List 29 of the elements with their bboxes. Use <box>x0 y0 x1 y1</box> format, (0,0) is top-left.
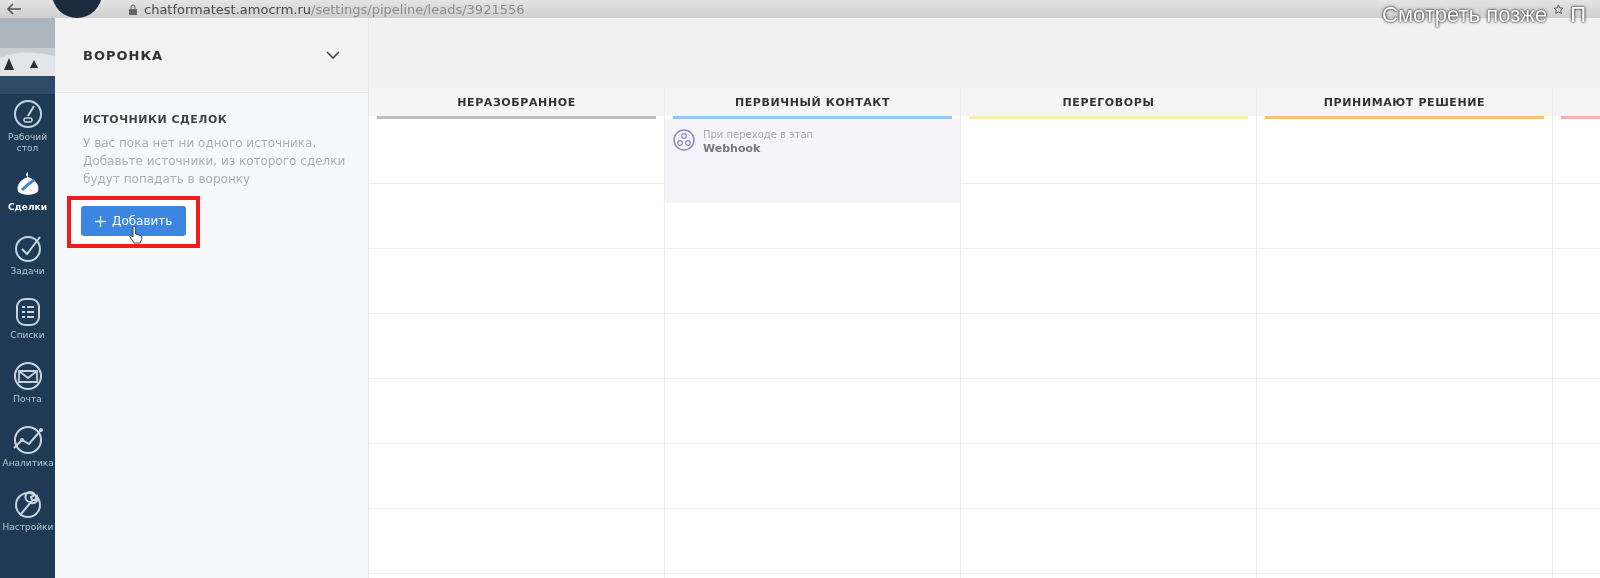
add-button[interactable]: Добавить <box>81 206 187 236</box>
empty-message: У вас пока нет ни одного источника. Добавьте источники, из которого сделки будут попадать в воронку <box>83 135 347 188</box>
share-label[interactable]: П <box>1570 6 1586 24</box>
nav-item[interactable]: Сделки <box>0 158 55 222</box>
nav-item[interactable]: Аналитика <box>0 414 55 478</box>
back-arrow-icon[interactable] <box>6 3 22 15</box>
pipeline-title: ВОРОНКА <box>83 47 164 63</box>
stage-title: ПЕРВИЧНЫЙ КОНТАКТ <box>665 88 960 116</box>
trigger-name: Webhook <box>703 142 762 155</box>
trigger-card[interactable]: При переходе в этап Webhook <box>665 119 960 203</box>
nav-item[interactable]: Списки <box>0 286 55 350</box>
speedometer-icon <box>11 98 44 130</box>
section-title: ИСТОЧНИКИ СДЕЛОК <box>83 113 229 126</box>
nav-item[interactable]: Почта <box>0 350 55 414</box>
chevron-down-icon[interactable] <box>326 51 340 59</box>
trigger-caption: При переходе в этап <box>703 129 814 140</box>
envelope-icon <box>11 359 44 392</box>
plus-icon <box>95 215 106 227</box>
star-icon[interactable] <box>1553 3 1565 15</box>
stage-title: ПРИНИМАЮТ РЕШЕНИЕ <box>1257 88 1552 116</box>
lock-icon <box>128 3 138 15</box>
stage-title: ПЕРЕГОВОРЫ <box>961 88 1256 116</box>
nav-item[interactable]: Задачи <box>0 222 55 286</box>
address-url[interactable]: chatformatest.amocrm.ru/settings/pipeline/leads/3921556 <box>144 1 525 17</box>
webhook-icon <box>673 129 695 151</box>
nav-item[interactable]: Рабочий стол <box>0 94 55 158</box>
nav-item[interactable]: Настройки <box>0 478 55 542</box>
stage-title: НЕРАЗОБРАННОЕ <box>369 88 664 116</box>
hand-cursor-icon <box>129 226 143 244</box>
